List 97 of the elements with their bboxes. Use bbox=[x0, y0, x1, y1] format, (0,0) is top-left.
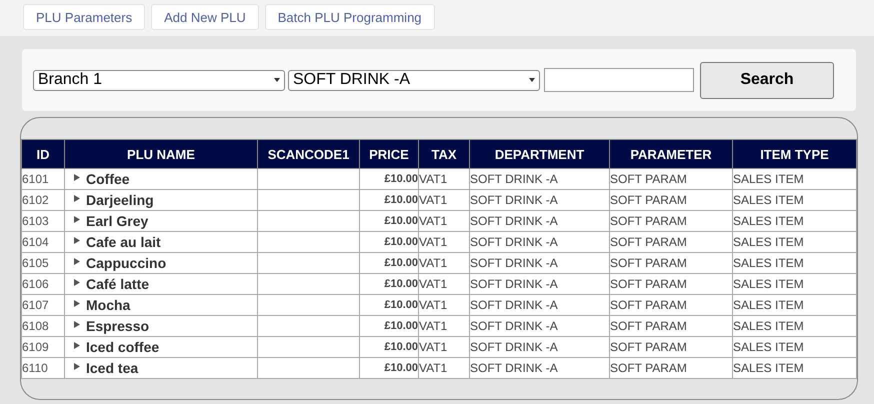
table-cell: VAT1 bbox=[418, 316, 470, 336]
table-cell: £10.00 bbox=[360, 190, 418, 210]
table-cell: 6110 bbox=[22, 358, 64, 378]
table-cell: VAT1 bbox=[418, 358, 470, 378]
plu-name: Coffee bbox=[86, 171, 130, 187]
table-cell: SOFT PARAM bbox=[610, 168, 732, 190]
table-cell: 6109 bbox=[22, 336, 64, 358]
caret-icon bbox=[274, 78, 280, 82]
expand-arrow-icon[interactable] bbox=[74, 216, 80, 222]
table-cell: SOFT PARAM bbox=[610, 294, 732, 316]
expand-arrow-icon[interactable] bbox=[74, 258, 80, 264]
search-button[interactable]: Search bbox=[700, 62, 834, 98]
column-header[interactable]: DEPARTMENT bbox=[470, 140, 610, 168]
expand-arrow-icon[interactable] bbox=[74, 194, 80, 202]
table-cell: SALES ITEM bbox=[732, 274, 856, 294]
expand-arrow-icon[interactable] bbox=[74, 236, 80, 244]
table-cell: SOFT DRINK -A bbox=[470, 336, 610, 358]
table-cell: VAT1 bbox=[418, 294, 470, 316]
branch-select[interactable]: Branch 1 bbox=[33, 70, 285, 90]
table-cell: £10.00 bbox=[360, 232, 418, 252]
plu-name: Iced coffee bbox=[86, 339, 160, 355]
table-cell: SOFT DRINK -A bbox=[470, 294, 610, 316]
table-cell: SALES ITEM bbox=[732, 316, 856, 336]
table-cell: £10.00 bbox=[360, 316, 418, 336]
column-header[interactable]: PLU NAME bbox=[64, 140, 258, 168]
column-header[interactable]: ITEM TYPE bbox=[732, 140, 856, 168]
table-cell: VAT1 bbox=[418, 210, 470, 232]
nav-tab[interactable]: Batch PLU Programming bbox=[264, 4, 435, 30]
table-cell: SALES ITEM bbox=[732, 336, 856, 358]
expand-arrow-icon[interactable] bbox=[74, 300, 80, 306]
table-cell: 6106 bbox=[22, 274, 64, 294]
expand-arrow-icon[interactable] bbox=[74, 174, 80, 180]
table-cell: SALES ITEM bbox=[732, 232, 856, 252]
plu-name: Café latte bbox=[86, 276, 150, 292]
table-cell: £10.00 bbox=[360, 168, 418, 190]
expand-arrow-icon[interactable] bbox=[74, 278, 80, 286]
table-cell: 6103 bbox=[22, 210, 64, 232]
table-cell: £10.00 bbox=[360, 336, 418, 358]
table-cell: SALES ITEM bbox=[732, 294, 856, 316]
table-cell: £10.00 bbox=[360, 274, 418, 294]
table-cell: VAT1 bbox=[418, 190, 470, 210]
department-select[interactable]: SOFT DRINK -A bbox=[288, 70, 540, 90]
table-cell: SOFT PARAM bbox=[610, 252, 732, 274]
plu-name: Espresso bbox=[86, 318, 150, 334]
table-cell: SOFT DRINK -A bbox=[470, 316, 610, 336]
table-cell: 6107 bbox=[22, 294, 64, 316]
table-cell: VAT1 bbox=[418, 274, 470, 294]
table-cell: £10.00 bbox=[360, 210, 418, 232]
table-cell: SOFT DRINK -A bbox=[470, 190, 610, 210]
expand-arrow-icon[interactable] bbox=[74, 342, 80, 348]
table-cell: SOFT DRINK -A bbox=[470, 168, 610, 190]
search-field[interactable] bbox=[544, 68, 694, 92]
plu-name: Cappuccino bbox=[86, 255, 166, 271]
table-cell: £10.00 bbox=[360, 358, 418, 378]
table-cell: SOFT PARAM bbox=[610, 358, 732, 378]
table-cell: VAT1 bbox=[418, 168, 470, 190]
table-cell: £10.00 bbox=[360, 294, 418, 316]
plu-name: Darjeeling bbox=[86, 192, 154, 208]
table-cell: VAT1 bbox=[418, 232, 470, 252]
plu-name: Mocha bbox=[86, 297, 130, 313]
table-cell: SOFT PARAM bbox=[610, 190, 732, 210]
table-cell: 6102 bbox=[22, 190, 64, 210]
expand-arrow-icon[interactable] bbox=[74, 362, 80, 370]
table-cell: SALES ITEM bbox=[732, 168, 856, 190]
table-cell: SOFT PARAM bbox=[610, 336, 732, 358]
table-cell: SOFT PARAM bbox=[610, 274, 732, 294]
plu-name: Iced tea bbox=[86, 360, 138, 376]
table-cell: SOFT DRINK -A bbox=[470, 274, 610, 294]
table-cell: SALES ITEM bbox=[732, 252, 856, 274]
table-cell: SOFT DRINK -A bbox=[470, 252, 610, 274]
nav-tab[interactable]: Add New PLU bbox=[151, 4, 259, 30]
table-cell: VAT1 bbox=[418, 336, 470, 358]
table-cell: VAT1 bbox=[418, 252, 470, 274]
column-header[interactable]: PRICE bbox=[360, 140, 418, 168]
column-header[interactable]: PARAMETER bbox=[610, 140, 732, 168]
column-header[interactable]: SCANCODE1 bbox=[258, 140, 360, 168]
table-cell: SALES ITEM bbox=[732, 358, 856, 378]
column-header[interactable]: ID bbox=[22, 140, 64, 168]
table-cell: SOFT PARAM bbox=[610, 210, 732, 232]
table-cell: 6101 bbox=[22, 168, 64, 190]
table-cell: SALES ITEM bbox=[732, 210, 856, 232]
table-cell: SOFT DRINK -A bbox=[470, 232, 610, 252]
table-cell: SOFT DRINK -A bbox=[470, 358, 610, 378]
table-cell: 6108 bbox=[22, 316, 64, 336]
table-cell: SOFT PARAM bbox=[610, 316, 732, 336]
expand-arrow-icon[interactable] bbox=[74, 320, 80, 328]
table-cell: 6104 bbox=[22, 232, 64, 252]
plu-name: Earl Grey bbox=[86, 213, 148, 229]
caret-icon bbox=[529, 78, 535, 82]
nav-tab[interactable]: PLU Parameters bbox=[23, 4, 146, 30]
table-cell: SALES ITEM bbox=[732, 190, 856, 210]
plu-name: Cafe au lait bbox=[86, 234, 161, 250]
table-cell: SOFT PARAM bbox=[610, 232, 732, 252]
table-cell: 6105 bbox=[22, 252, 64, 274]
table-cell: £10.00 bbox=[360, 252, 418, 274]
table-cell: SOFT DRINK -A bbox=[470, 210, 610, 232]
column-header[interactable]: TAX bbox=[418, 140, 470, 168]
